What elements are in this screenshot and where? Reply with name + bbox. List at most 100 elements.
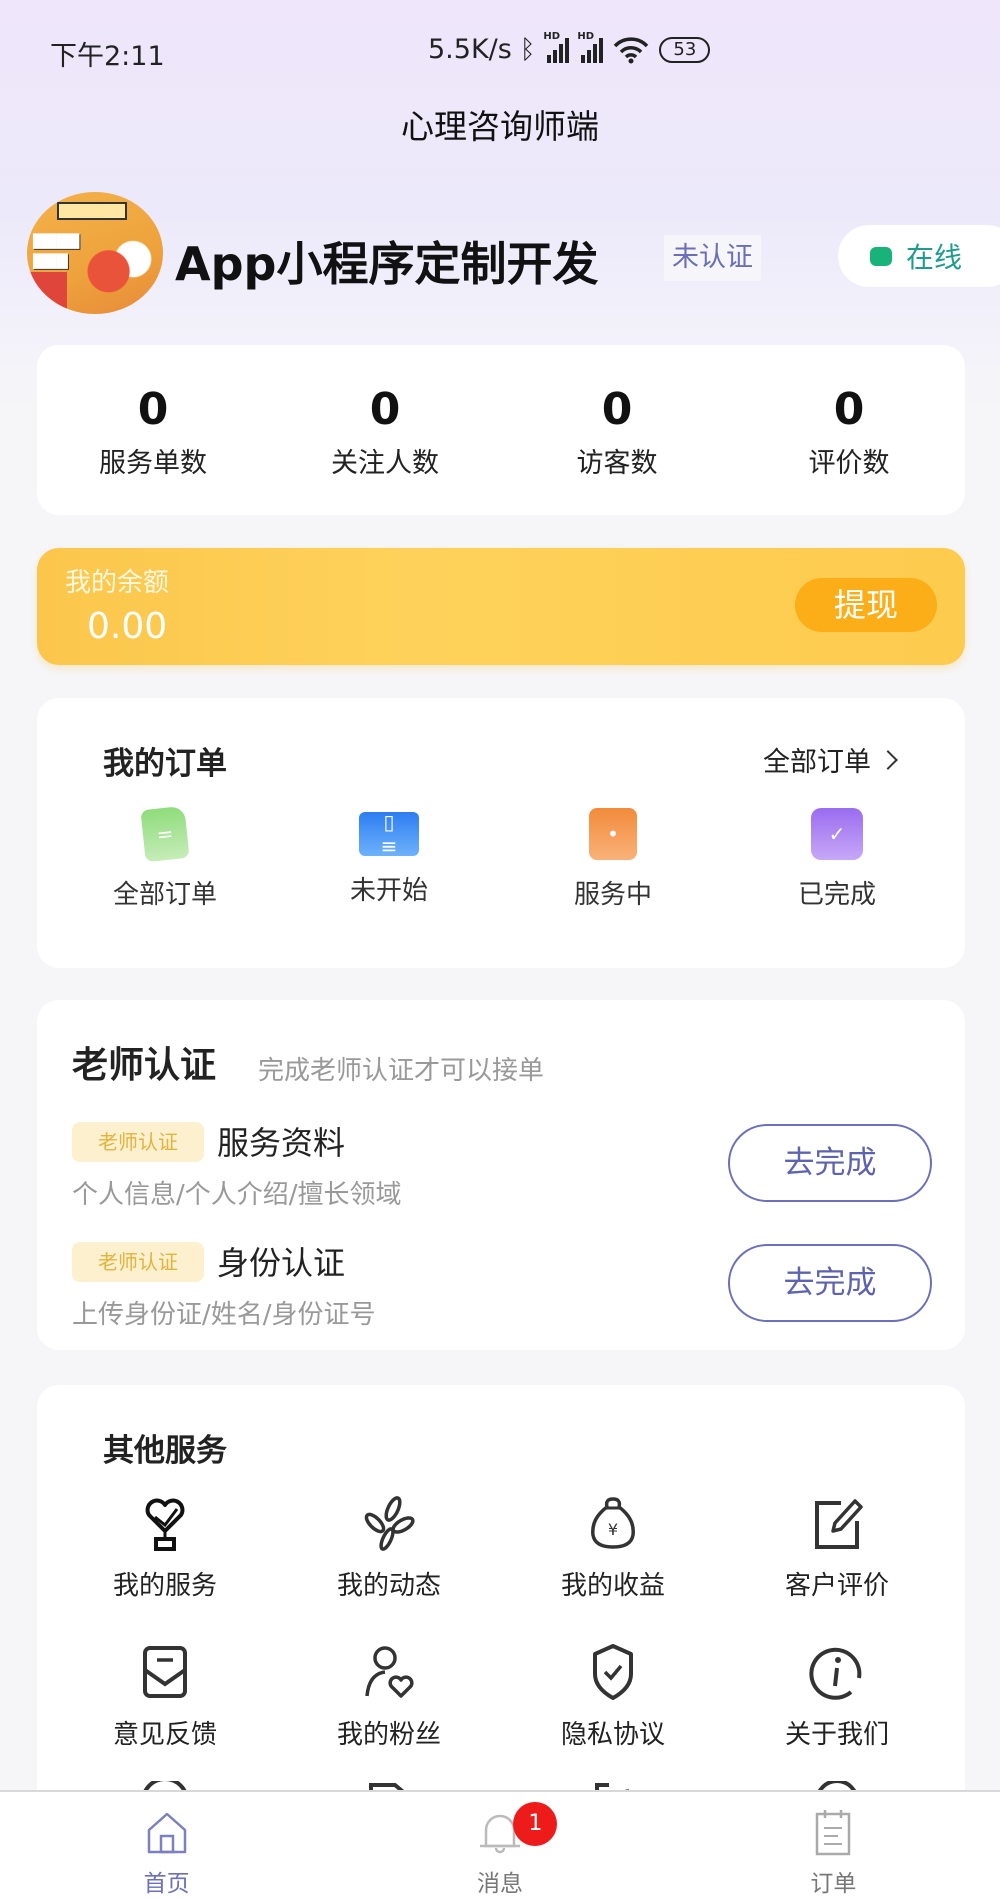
stat-value: 0	[833, 384, 865, 435]
online-status-toggle[interactable]: 在线	[838, 225, 1000, 287]
order-item-completed[interactable]: ✓ 已完成	[725, 808, 949, 911]
svg-text:¥: ¥	[608, 1520, 618, 1539]
other-services-card: 其他服务 我的服务 我的动态 ¥ 我的收益 客户评价 意见反馈 我的粉丝 隐私协…	[37, 1385, 965, 1825]
all-orders-link-label: 全部订单	[763, 747, 871, 778]
all-orders-icon: =	[140, 805, 190, 863]
bottom-tab-bar: 首页 1 消息 订单	[0, 1790, 1000, 1900]
service-feedback[interactable]: 意见反馈	[53, 1644, 277, 1751]
stat-value: 0	[601, 384, 633, 435]
section-subtitle: 完成老师认证才可以接单	[258, 1056, 545, 1086]
stat-label: 关注人数	[331, 448, 439, 479]
stat-label: 服务单数	[99, 448, 207, 479]
message-badge: 1	[513, 1802, 558, 1846]
complete-identity-button[interactable]: 去完成	[728, 1244, 932, 1322]
bluetooth-icon: ᛒ	[519, 34, 536, 65]
tab-label: 订单	[810, 1871, 857, 1897]
service-label: 客户评价	[784, 1571, 889, 1601]
balance-value: 0.00	[87, 606, 168, 647]
avatar-graphic-text: ▇▇▇▇ ▇▇▇	[33, 231, 80, 269]
heart-trophy-icon	[135, 1495, 195, 1551]
stat-label: 评价数	[808, 448, 890, 479]
status-icons: 5.5K/s ᛒ HD HD 53	[428, 31, 711, 65]
page-title: 心理咨询师端	[401, 107, 599, 146]
wifi-icon	[614, 36, 649, 63]
user-name: App小程序定制开发	[175, 237, 599, 291]
mail-icon	[135, 1644, 195, 1700]
cert-badge: 老师认证	[72, 1122, 204, 1162]
order-item-not-started[interactable]: ▯ ≡ 未开始	[277, 808, 501, 911]
network-speed: 5.5K/s	[428, 34, 512, 65]
avatar[interactable]: ▇▇▇▇ ▇▇▇	[27, 192, 163, 314]
service-label: 隐私协议	[560, 1720, 665, 1750]
balance-card: 我的余额 0.00 提现	[37, 548, 965, 665]
orders-card: 我的订单 全部订单 = 全部订单 ▯ ≡ 未开始 • 服务中 ✓ 已完成	[37, 698, 965, 968]
service-my-services[interactable]: 我的服务	[53, 1495, 277, 1602]
cert-item-desc: 上传身份证/姓名/身份证号	[72, 1300, 376, 1330]
service-about-us[interactable]: 关于我们	[725, 1644, 949, 1751]
cert-item-desc: 个人信息/个人介绍/擅长领域	[72, 1180, 402, 1210]
order-item-in-service[interactable]: • 服务中	[501, 808, 725, 911]
tab-home[interactable]: 首页	[0, 1792, 333, 1900]
service-privacy[interactable]: 隐私协议	[501, 1644, 725, 1751]
all-orders-link[interactable]: 全部订单	[763, 740, 898, 779]
order-item-label: 全部订单	[112, 880, 217, 910]
tab-label: 首页	[143, 1871, 190, 1897]
in-service-icon: •	[589, 808, 637, 860]
section-title: 我的订单	[103, 746, 227, 782]
stat-value: 0	[137, 384, 169, 435]
order-status-row: = 全部订单 ▯ ≡ 未开始 • 服务中 ✓ 已完成	[37, 805, 965, 911]
pinwheel-icon	[359, 1495, 419, 1551]
cert-item-service-profile: 老师认证 服务资料 个人信息/个人介绍/擅长领域 去完成	[72, 1122, 932, 1232]
cert-item-name: 服务资料	[217, 1124, 346, 1162]
not-started-icon: ▯ ≡	[359, 810, 419, 858]
service-my-earnings[interactable]: ¥ 我的收益	[501, 1495, 725, 1602]
order-item-label: 服务中	[573, 880, 652, 910]
cert-status-tag: 未认证	[664, 235, 761, 281]
service-my-fans[interactable]: 我的粉丝	[277, 1644, 501, 1751]
edit-icon	[807, 1495, 867, 1551]
stat-label: 访客数	[576, 448, 658, 479]
avatar-graphic	[57, 202, 127, 220]
balance-label: 我的余额	[65, 568, 170, 598]
user-heart-icon	[359, 1644, 419, 1700]
status-bar: 下午2:11 5.5K/s ᛒ HD HD 53	[0, 30, 1000, 72]
stat-reviews[interactable]: 0 评价数	[733, 345, 965, 515]
withdraw-button[interactable]: 提现	[795, 578, 937, 632]
completed-icon: ✓	[811, 808, 863, 860]
service-label: 我的动态	[336, 1571, 441, 1601]
service-label: 意见反馈	[112, 1720, 217, 1750]
stats-card: 0 服务单数 0 关注人数 0 访客数 0 评价数	[37, 345, 965, 515]
services-grid: 我的服务 我的动态 ¥ 我的收益 客户评价 意见反馈 我的粉丝 隐私协议 关于我…	[53, 1495, 949, 1751]
clipboard-icon	[816, 1810, 851, 1856]
avatar-graphic	[27, 272, 67, 314]
service-label: 关于我们	[784, 1720, 889, 1750]
cert-badge: 老师认证	[72, 1242, 204, 1282]
tab-messages[interactable]: 1 消息	[333, 1792, 666, 1900]
certification-card: 老师认证 完成老师认证才可以接单 老师认证 服务资料 个人信息/个人介绍/擅长领…	[37, 1000, 965, 1350]
section-title: 老师认证	[72, 1045, 217, 1086]
complete-service-profile-button[interactable]: 去完成	[728, 1124, 932, 1202]
tab-orders[interactable]: 订单	[667, 1792, 1000, 1900]
chevron-right-icon	[878, 749, 898, 770]
service-label: 我的粉丝	[336, 1720, 441, 1750]
service-my-posts[interactable]: 我的动态	[277, 1495, 501, 1602]
order-item-label: 未开始	[349, 876, 428, 906]
stat-service-orders[interactable]: 0 服务单数	[37, 345, 269, 515]
status-time: 下午2:11	[50, 41, 165, 72]
service-label: 我的收益	[560, 1571, 665, 1601]
signal-hd-icon: HD	[543, 31, 570, 63]
section-title: 其他服务	[103, 1433, 227, 1469]
cert-item-identity: 老师认证 身份认证 上传身份证/姓名/身份证号 去完成	[72, 1242, 932, 1352]
service-customer-reviews[interactable]: 客户评价	[725, 1495, 949, 1602]
order-item-all[interactable]: = 全部订单	[53, 805, 277, 911]
cert-item-name: 身份认证	[217, 1244, 346, 1282]
online-dot-icon	[870, 246, 892, 266]
service-label: 我的服务	[112, 1571, 217, 1601]
signal-hd-icon: HD	[577, 31, 604, 63]
order-item-label: 已完成	[797, 880, 876, 910]
home-icon	[147, 1812, 186, 1854]
money-bag-icon: ¥	[583, 1495, 643, 1551]
info-icon	[807, 1644, 867, 1700]
stat-visitors[interactable]: 0 访客数	[501, 345, 733, 515]
stat-followers[interactable]: 0 关注人数	[269, 345, 501, 515]
